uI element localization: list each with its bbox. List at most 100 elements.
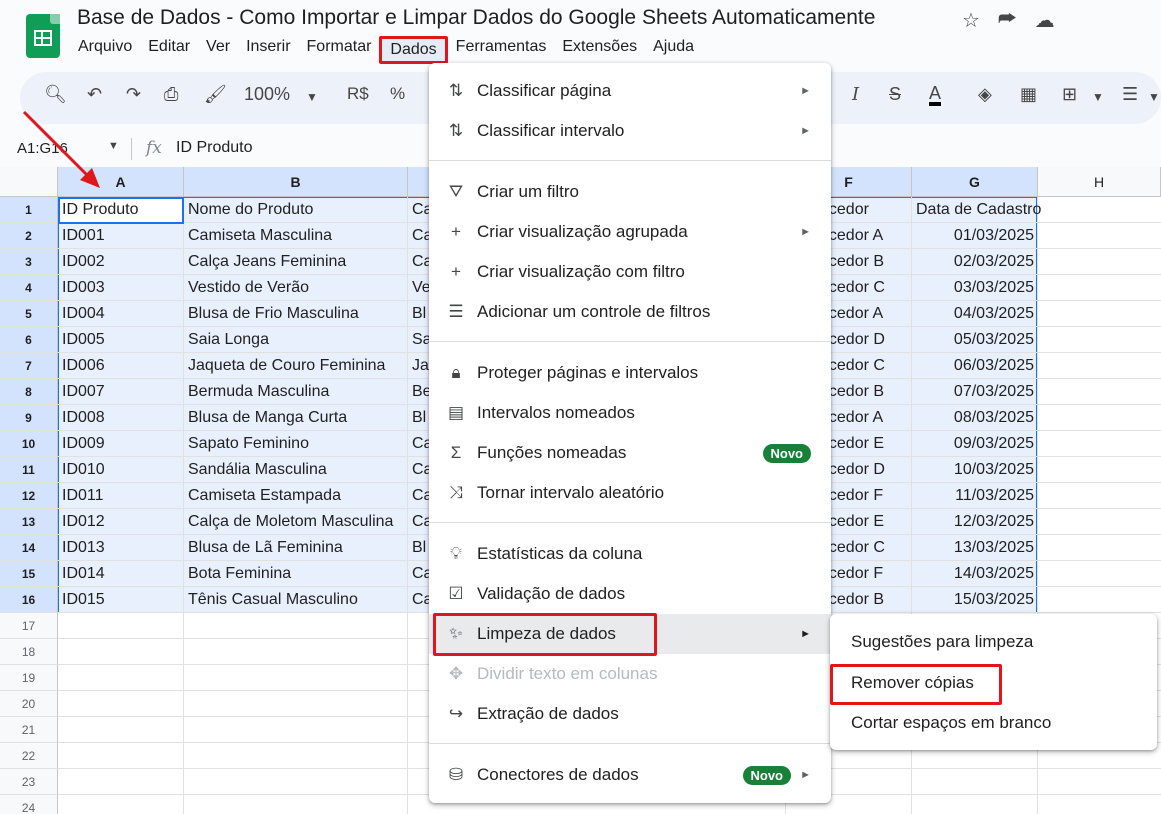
menu-dados[interactable]: Dados bbox=[379, 36, 448, 64]
cell-f11[interactable]: ecedor D bbox=[820, 457, 912, 483]
row-header[interactable]: 21 bbox=[0, 717, 58, 743]
menu-ferramentas[interactable]: Ferramentas bbox=[448, 36, 555, 64]
cell-a10[interactable]: ID009 bbox=[58, 431, 184, 457]
cell-b11[interactable]: Sandália Masculina bbox=[184, 457, 408, 483]
row-header[interactable]: 23 bbox=[0, 769, 58, 795]
cell-b12[interactable]: Camiseta Estampada bbox=[184, 483, 408, 509]
row-header[interactable]: 13 bbox=[0, 509, 58, 535]
cell-b2[interactable]: Camiseta Masculina bbox=[184, 223, 408, 249]
cloud-status-icon[interactable]: ☁ bbox=[1035, 8, 1055, 33]
chevron-down-icon[interactable]: ▼ bbox=[108, 140, 119, 152]
cell-g7[interactable]: 06/03/2025 bbox=[912, 353, 1038, 379]
menu-item-funcoes-nomeadas[interactable]: Σ Funções nomeadas Novo bbox=[429, 433, 831, 473]
cell-b13[interactable]: Calça de Moletom Masculina bbox=[184, 509, 408, 535]
row-header[interactable]: 9 bbox=[0, 405, 58, 431]
menu-arquivo[interactable]: Arquivo bbox=[70, 36, 140, 64]
cell-b1[interactable]: Nome do Produto bbox=[184, 197, 408, 223]
cell-b4[interactable]: Vestido de Verão bbox=[184, 275, 408, 301]
cell-g6[interactable]: 05/03/2025 bbox=[912, 327, 1038, 353]
column-header-g[interactable]: G bbox=[912, 167, 1038, 197]
menu-extensoes[interactable]: Extensões bbox=[554, 36, 645, 64]
menu-inserir[interactable]: Inserir bbox=[238, 36, 298, 64]
row-header[interactable]: 6 bbox=[0, 327, 58, 353]
zoom-select[interactable]: 100% bbox=[244, 84, 290, 105]
cell-b10[interactable]: Sapato Feminino bbox=[184, 431, 408, 457]
row-header[interactable]: 11 bbox=[0, 457, 58, 483]
cell-g5[interactable]: 04/03/2025 bbox=[912, 301, 1038, 327]
search-icon[interactable]: 🔍︎ bbox=[44, 84, 67, 105]
cell-a4[interactable]: ID003 bbox=[58, 275, 184, 301]
cell-b15[interactable]: Bota Feminina bbox=[184, 561, 408, 587]
cell-a5[interactable]: ID004 bbox=[58, 301, 184, 327]
row-header[interactable]: 2 bbox=[0, 223, 58, 249]
cell-f10[interactable]: ecedor E bbox=[820, 431, 912, 457]
paint-format-icon[interactable]: 🖌︎ bbox=[204, 84, 227, 105]
menu-item-controle-filtros[interactable]: ☰ Adicionar um controle de filtros bbox=[429, 292, 831, 332]
merge-cells-icon[interactable]: ⊞ bbox=[1062, 84, 1077, 105]
chevron-down-icon[interactable]: ▼ bbox=[1148, 90, 1160, 104]
menu-editar[interactable]: Editar bbox=[140, 36, 198, 64]
menu-item-visualizacao-filtro[interactable]: + Criar visualização com filtro bbox=[429, 252, 831, 292]
cell-g9[interactable]: 08/03/2025 bbox=[912, 405, 1038, 431]
row-header[interactable]: 18 bbox=[0, 639, 58, 665]
cell-g8[interactable]: 07/03/2025 bbox=[912, 379, 1038, 405]
menu-item-conectores[interactable]: ⛁ Conectores de dados Novo ► bbox=[429, 755, 831, 795]
cell-a2[interactable]: ID001 bbox=[58, 223, 184, 249]
star-icon[interactable]: ☆ bbox=[962, 8, 980, 33]
cell-f14[interactable]: ecedor C bbox=[820, 535, 912, 561]
submenu-item-cortar-espacos[interactable]: Cortar espaços em branco bbox=[851, 713, 1051, 733]
cell-b14[interactable]: Blusa de Lã Feminina bbox=[184, 535, 408, 561]
row-header[interactable]: 17 bbox=[0, 613, 58, 639]
row-header[interactable]: 5 bbox=[0, 301, 58, 327]
row-header[interactable]: 14 bbox=[0, 535, 58, 561]
cell-a13[interactable]: ID012 bbox=[58, 509, 184, 535]
menu-item-extracao[interactable]: ↪ Extração de dados bbox=[429, 694, 831, 734]
document-title[interactable]: Base de Dados - Como Importar e Limpar D… bbox=[77, 6, 875, 30]
cell-f16[interactable]: ecedor B bbox=[820, 587, 912, 613]
cell-a6[interactable]: ID005 bbox=[58, 327, 184, 353]
cell-a14[interactable]: ID013 bbox=[58, 535, 184, 561]
cell-g13[interactable]: 12/03/2025 bbox=[912, 509, 1038, 535]
menu-item-validacao[interactable]: ☑ Validação de dados bbox=[429, 574, 831, 614]
cell-a15[interactable]: ID014 bbox=[58, 561, 184, 587]
cell-g10[interactable]: 09/03/2025 bbox=[912, 431, 1038, 457]
cell-a11[interactable]: ID010 bbox=[58, 457, 184, 483]
cell-g15[interactable]: 14/03/2025 bbox=[912, 561, 1038, 587]
menu-ver[interactable]: Ver bbox=[198, 36, 238, 64]
cell-f2[interactable]: ecedor A bbox=[820, 223, 912, 249]
move-folder-icon[interactable]: ⮫ bbox=[998, 8, 1017, 33]
cell-b7[interactable]: Jaqueta de Couro Feminina bbox=[184, 353, 408, 379]
cell-b5[interactable]: Blusa de Frio Masculina bbox=[184, 301, 408, 327]
cell-g1[interactable]: Data de Cadastro bbox=[912, 197, 1052, 223]
row-header[interactable]: 12 bbox=[0, 483, 58, 509]
cell-b9[interactable]: Blusa de Manga Curta bbox=[184, 405, 408, 431]
cell-a16[interactable]: ID015 bbox=[58, 587, 184, 613]
cell-f1[interactable]: ecedor bbox=[820, 197, 912, 223]
cell-f3[interactable]: ecedor B bbox=[820, 249, 912, 275]
chevron-down-icon[interactable]: ▼ bbox=[306, 90, 318, 104]
cell-g16[interactable]: 15/03/2025 bbox=[912, 587, 1038, 613]
cell-f7[interactable]: ecedor C bbox=[820, 353, 912, 379]
menu-item-intervalo-aleatorio[interactable]: ⤨ Tornar intervalo aleatório bbox=[429, 473, 831, 513]
cell-f5[interactable]: ecedor A bbox=[820, 301, 912, 327]
print-icon[interactable]: ⎙ bbox=[164, 84, 178, 105]
cell-g14[interactable]: 13/03/2025 bbox=[912, 535, 1038, 561]
menu-item-intervalos-nomeados[interactable]: ▤ Intervalos nomeados bbox=[429, 393, 831, 433]
cell-f15[interactable]: ecedor F bbox=[820, 561, 912, 587]
cell-g3[interactable]: 02/03/2025 bbox=[912, 249, 1038, 275]
row-header[interactable]: 16 bbox=[0, 587, 58, 613]
menu-ajuda[interactable]: Ajuda bbox=[645, 36, 702, 64]
row-header[interactable]: 19 bbox=[0, 665, 58, 691]
sheets-logo-icon[interactable] bbox=[26, 14, 60, 58]
cell-a3[interactable]: ID002 bbox=[58, 249, 184, 275]
chevron-down-icon[interactable]: ▼ bbox=[1092, 90, 1104, 104]
menu-formatar[interactable]: Formatar bbox=[299, 36, 380, 64]
fill-color-icon[interactable]: ◈ bbox=[978, 84, 992, 105]
menu-item-visualizacao-agrupada[interactable]: + Criar visualização agrupada ► bbox=[429, 212, 831, 252]
column-header-h[interactable]: H bbox=[1038, 167, 1161, 197]
column-header-b[interactable]: B bbox=[184, 167, 408, 197]
undo-icon[interactable]: ↶ bbox=[87, 84, 102, 105]
text-color-icon[interactable]: A bbox=[929, 84, 942, 106]
cell-g11[interactable]: 10/03/2025 bbox=[912, 457, 1038, 483]
row-header[interactable]: 8 bbox=[0, 379, 58, 405]
